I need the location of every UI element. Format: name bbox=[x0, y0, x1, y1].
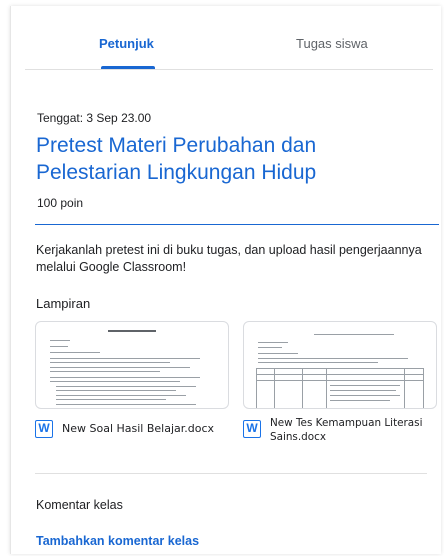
tab-bar: Petunjuk Tugas siswa bbox=[11, 6, 441, 70]
attachment-thumbnail-2[interactable] bbox=[243, 321, 437, 409]
due-date: Tenggat: 3 Sep 23.00 bbox=[37, 111, 152, 125]
class-comments-heading: Komentar kelas bbox=[36, 498, 123, 512]
document-preview bbox=[254, 330, 426, 408]
header-divider bbox=[35, 224, 439, 225]
assignment-panel: Petunjuk Tugas siswa Tenggat: 3 Sep 23.0… bbox=[10, 6, 441, 554]
tab-petunjuk[interactable]: Petunjuk bbox=[99, 36, 154, 51]
tab-tugas-siswa[interactable]: Tugas siswa bbox=[296, 36, 368, 51]
tabs-divider bbox=[25, 69, 433, 70]
document-preview bbox=[46, 330, 218, 408]
assignment-instructions: Kerjakanlah pretest ini di buku tugas, d… bbox=[36, 243, 422, 274]
attachment-thumbnail-1[interactable] bbox=[35, 321, 229, 409]
assignment-points: 100 poin bbox=[37, 196, 84, 210]
add-class-comment-link[interactable]: Tambahkan komentar kelas bbox=[36, 534, 199, 548]
comments-divider bbox=[35, 473, 427, 474]
assignment-title: Pretest Materi Perubahan dan Pelestarian… bbox=[36, 134, 317, 184]
word-doc-icon: W bbox=[35, 420, 53, 438]
attachment-file-name[interactable]: New Soal Hasil Belajar.docx bbox=[62, 422, 232, 436]
attachment-file-name[interactable]: New Tes Kemampuan Literasi Sains.docx bbox=[270, 416, 440, 444]
word-doc-icon: W bbox=[243, 420, 261, 438]
attachments-heading: Lampiran bbox=[36, 296, 91, 311]
